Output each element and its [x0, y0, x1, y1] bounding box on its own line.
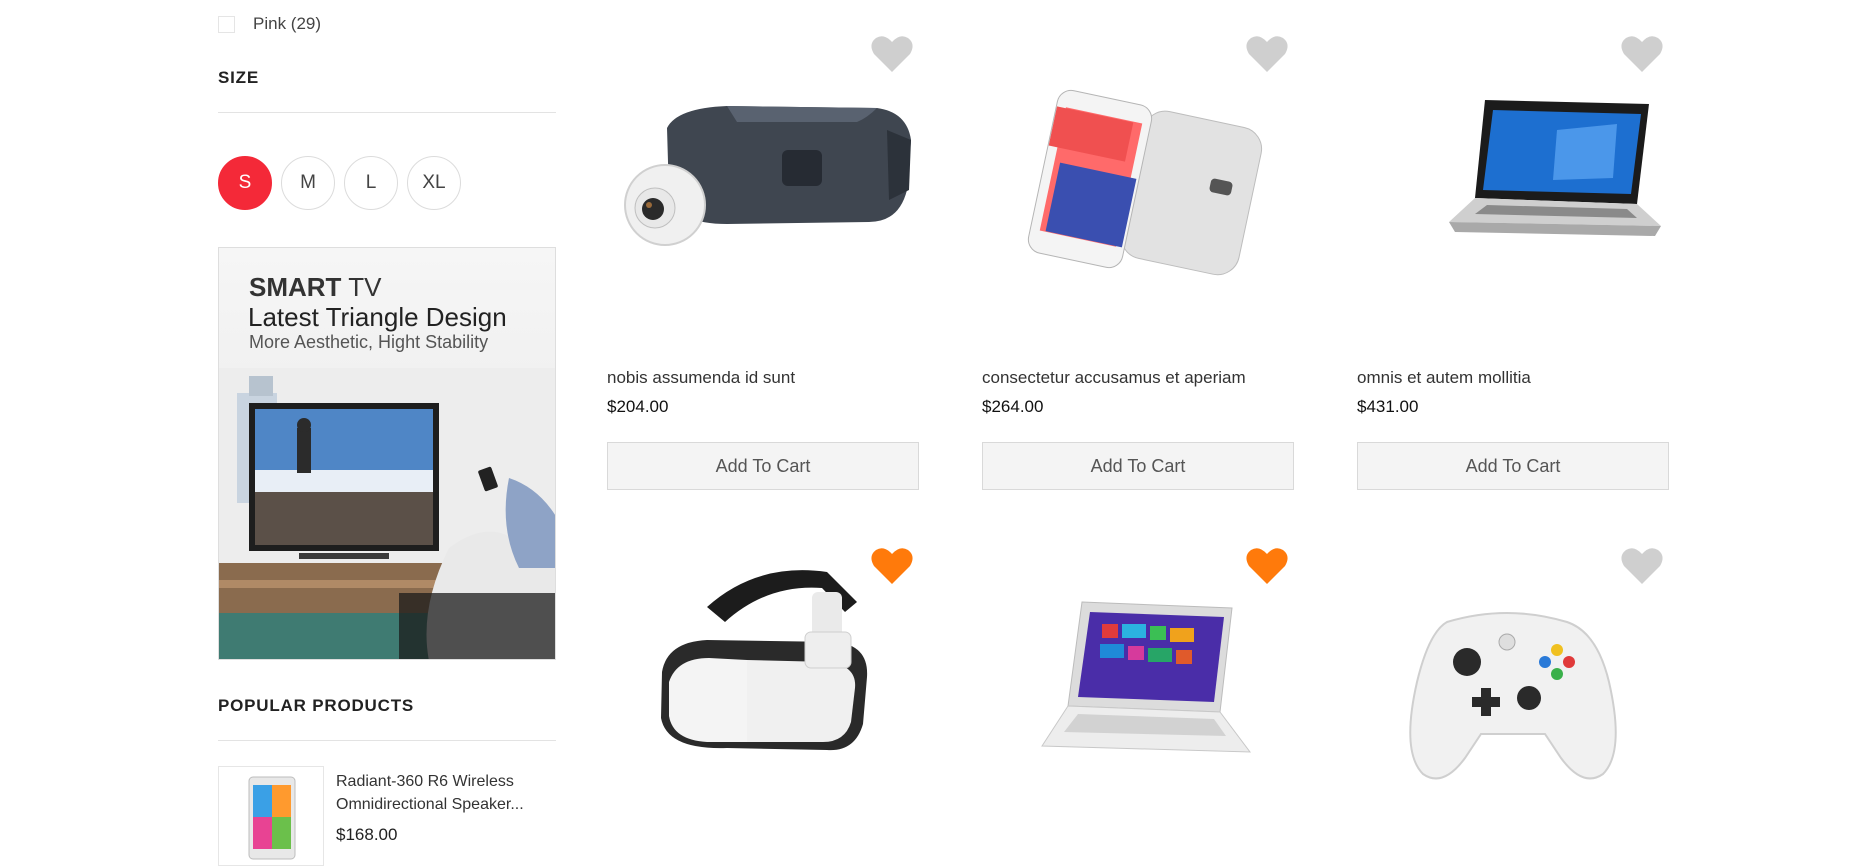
- divider: [218, 740, 556, 741]
- banner-subheadline: Latest Triangle Design: [248, 302, 507, 332]
- banner-headline-rest: TV: [341, 272, 382, 302]
- product-name[interactable]: consectetur accusamus et aperiam: [982, 368, 1246, 388]
- product-price: $264.00: [982, 397, 1044, 416]
- banner-headline-bold: SMART: [249, 272, 342, 302]
- color-filter-pink[interactable]: Pink (29): [218, 14, 321, 34]
- wishlist-heart-icon[interactable]: [1620, 546, 1664, 586]
- tablet-thumbnail-icon: [248, 776, 296, 860]
- wishlist-heart-icon[interactable]: [870, 546, 914, 586]
- add-to-cart-button[interactable]: Add To Cart: [607, 442, 919, 490]
- popular-product-name[interactable]: Radiant-360 R6 Wireless Omnidirectional …: [336, 770, 551, 816]
- size-option-l[interactable]: L: [344, 156, 398, 210]
- size-option-xl[interactable]: XL: [407, 156, 461, 210]
- wishlist-heart-icon[interactable]: [870, 34, 914, 74]
- wishlist-heart-icon[interactable]: [1620, 34, 1664, 74]
- popular-products-title: POPULAR PRODUCTS: [218, 696, 415, 715]
- color-filter-label: Pink (29): [253, 14, 322, 33]
- product-price: $204.00: [607, 397, 669, 416]
- smart-tv-promo-banner[interactable]: SMART TV Latest Triangle Design More Aes…: [218, 247, 556, 660]
- banner-tagline: More Aesthetic, Hight Stability: [249, 332, 489, 352]
- product-price: $431.00: [1357, 397, 1419, 416]
- size-option-m[interactable]: M: [281, 156, 335, 210]
- size-options: S M L XL: [218, 156, 470, 210]
- divider: [218, 112, 556, 113]
- smart-tv-illustration: [219, 368, 555, 659]
- popular-product-item[interactable]: Radiant-360 R6 Wireless Omnidirectional …: [218, 766, 556, 866]
- product-name[interactable]: omnis et autem mollitia: [1357, 368, 1531, 388]
- color-checkbox[interactable]: [218, 15, 235, 33]
- wishlist-heart-icon[interactable]: [1245, 34, 1289, 74]
- add-to-cart-button[interactable]: Add To Cart: [1357, 442, 1669, 490]
- product-name[interactable]: nobis assumenda id sunt: [607, 368, 795, 388]
- popular-product-price: $168.00: [336, 825, 398, 844]
- banner-headline: SMART TV: [249, 272, 381, 303]
- add-to-cart-button[interactable]: Add To Cart: [982, 442, 1294, 490]
- size-option-s[interactable]: S: [218, 156, 272, 210]
- size-section-title: SIZE: [218, 68, 259, 87]
- popular-product-thumbnail[interactable]: [218, 766, 324, 866]
- wishlist-heart-icon[interactable]: [1245, 546, 1289, 586]
- product-grid: nobis assumenda id sunt $204.00 Add To C…: [607, 0, 1677, 866]
